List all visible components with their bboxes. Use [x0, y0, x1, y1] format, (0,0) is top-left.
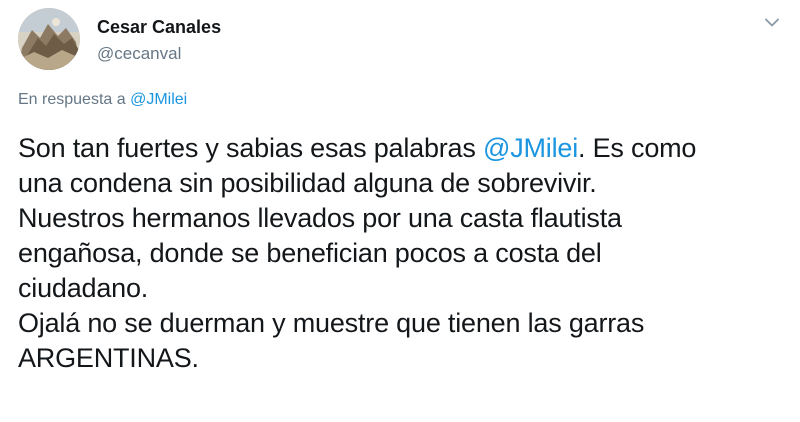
reply-context-prefix: En respuesta a: [18, 91, 131, 108]
tweet-text-segment: . Es como: [578, 133, 697, 163]
reply-mention-link[interactable]: @JMilei: [130, 91, 187, 108]
tweet-line: ciudadano.: [18, 273, 149, 303]
tweet-card: Cesar Canales @cecanval En respuesta a @…: [0, 0, 800, 422]
tweet-line: ARGENTINAS.: [18, 343, 199, 373]
avatar-image: [18, 8, 80, 70]
tweet-text: Son tan fuertes y sabias esas palabras @…: [18, 131, 788, 376]
user-display-name[interactable]: Cesar Canales: [97, 16, 221, 38]
tweet-line: engañosa, donde se benefician pocos a co…: [18, 238, 602, 268]
chevron-down-icon[interactable]: [760, 12, 784, 32]
tweet-line: una condena sin posibilidad alguna de so…: [18, 168, 597, 198]
reply-context: En respuesta a @JMilei: [18, 89, 187, 111]
tweet-mention-link[interactable]: @JMilei: [483, 133, 578, 163]
avatar[interactable]: [18, 8, 80, 70]
user-handle[interactable]: @cecanval: [97, 43, 181, 65]
tweet-line: Son tan fuertes y sabias esas palabras @…: [18, 131, 788, 166]
tweet-line: Ojalá no se duerman y muestre que tienen…: [18, 308, 645, 338]
tweet-text-segment: Son tan fuertes y sabias esas palabras: [18, 133, 483, 163]
tweet-line: Nuestros hermanos llevados por una casta…: [18, 203, 622, 233]
